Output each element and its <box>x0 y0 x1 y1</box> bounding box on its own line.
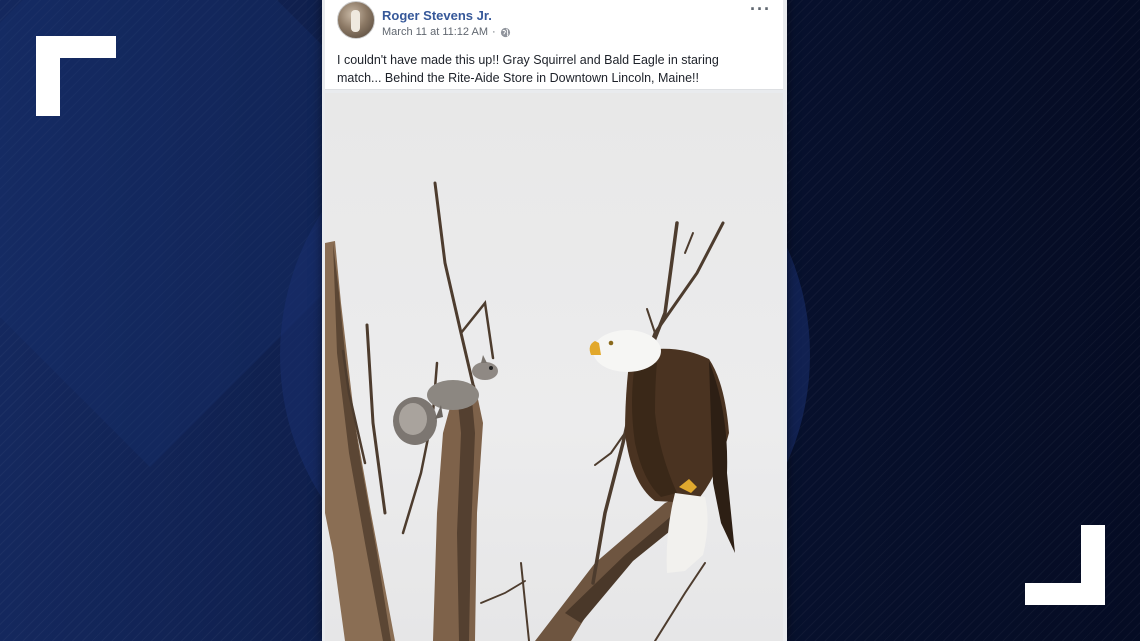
post-header: Roger Stevens Jr. March 11 at 11:12 AM ·… <box>325 0 783 90</box>
post-meta: March 11 at 11:12 AM · <box>382 26 511 38</box>
post-caption: I couldn't have made this up!! Gray Squi… <box>337 53 719 85</box>
corner-bracket-bottom-right <box>1025 525 1105 605</box>
globe-icon <box>500 27 510 37</box>
avatar[interactable] <box>337 1 375 39</box>
facebook-post: Roger Stevens Jr. March 11 at 11:12 AM ·… <box>322 0 787 641</box>
post-date-link[interactable]: March 11 at 11:12 AM <box>382 26 488 38</box>
author-name-link[interactable]: Roger Stevens Jr. <box>382 8 492 23</box>
photo-illustration <box>325 181 735 641</box>
more-options-icon[interactable]: ··· <box>750 0 771 18</box>
post-photo[interactable] <box>325 93 783 641</box>
corner-bracket-top-left <box>36 36 116 116</box>
